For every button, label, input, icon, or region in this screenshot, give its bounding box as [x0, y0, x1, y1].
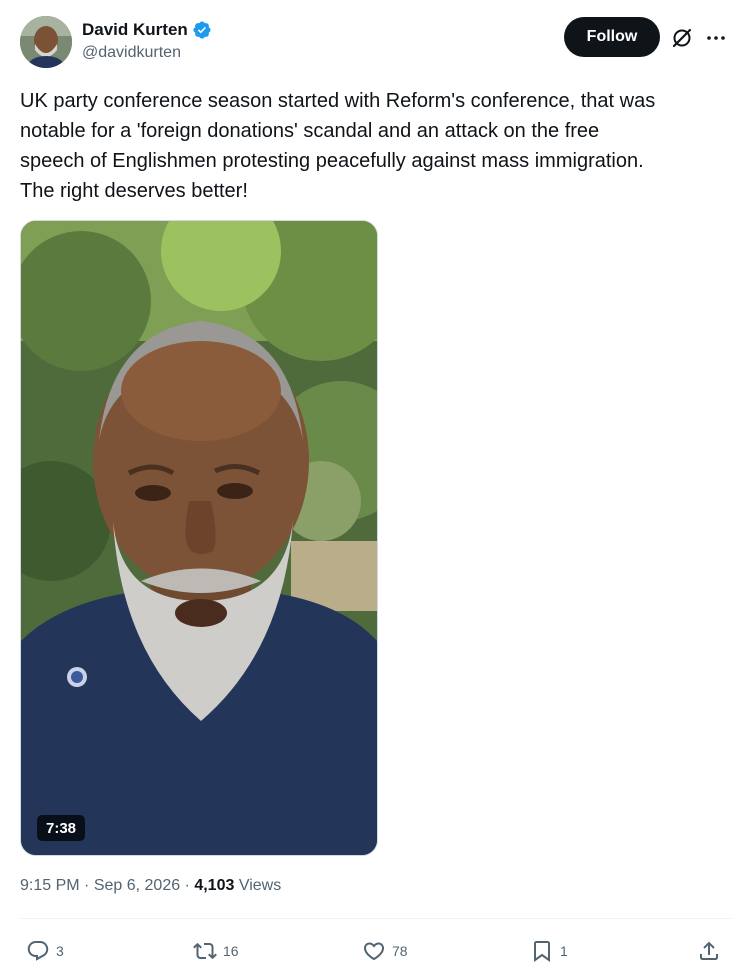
divider: [20, 918, 732, 919]
verified-badge-icon: [192, 20, 212, 40]
repost-button[interactable]: 16: [193, 938, 239, 964]
avatar[interactable]: [20, 16, 72, 68]
author-name[interactable]: David Kurten: [82, 20, 188, 40]
bookmark-button[interactable]: 1: [530, 938, 568, 964]
reply-count: 3: [56, 943, 64, 959]
video-duration-badge: 7:38: [37, 815, 86, 841]
repost-count: 16: [223, 943, 239, 959]
author-name-row[interactable]: David Kurten: [82, 18, 212, 42]
tweet-date[interactable]: Sep 6, 2026: [94, 877, 180, 895]
meta-separator: ·: [79, 877, 94, 894]
bookmark-count: 1: [560, 943, 568, 959]
author-handle[interactable]: @davidkurten: [82, 44, 181, 62]
grok-icon[interactable]: [670, 26, 694, 50]
views-count: 4,103: [194, 877, 235, 894]
share-button[interactable]: [697, 938, 721, 964]
like-button[interactable]: 78: [362, 938, 408, 964]
more-icon[interactable]: [704, 26, 728, 50]
repost-icon: [193, 939, 217, 963]
video-thumbnail: [21, 221, 377, 855]
bookmark-icon: [530, 939, 554, 963]
heart-icon: [362, 939, 386, 963]
like-count: 78: [392, 943, 408, 959]
tweet-text: UK party conference season started with …: [20, 90, 656, 202]
follow-button[interactable]: Follow: [564, 17, 660, 57]
tweet-meta: 9:15 PM · Sep 6, 2026 · 4,103 Views: [20, 877, 281, 895]
tweet-time[interactable]: 9:15 PM: [20, 877, 80, 895]
tweet-card: David Kurten @davidkurten Follow UK part…: [0, 0, 752, 978]
reply-icon: [26, 939, 50, 963]
meta-separator: ·: [180, 877, 195, 894]
share-icon: [697, 939, 721, 963]
reply-button[interactable]: 3: [26, 938, 64, 964]
video-player[interactable]: 7:38: [20, 220, 378, 856]
views-label: Views: [234, 877, 282, 894]
